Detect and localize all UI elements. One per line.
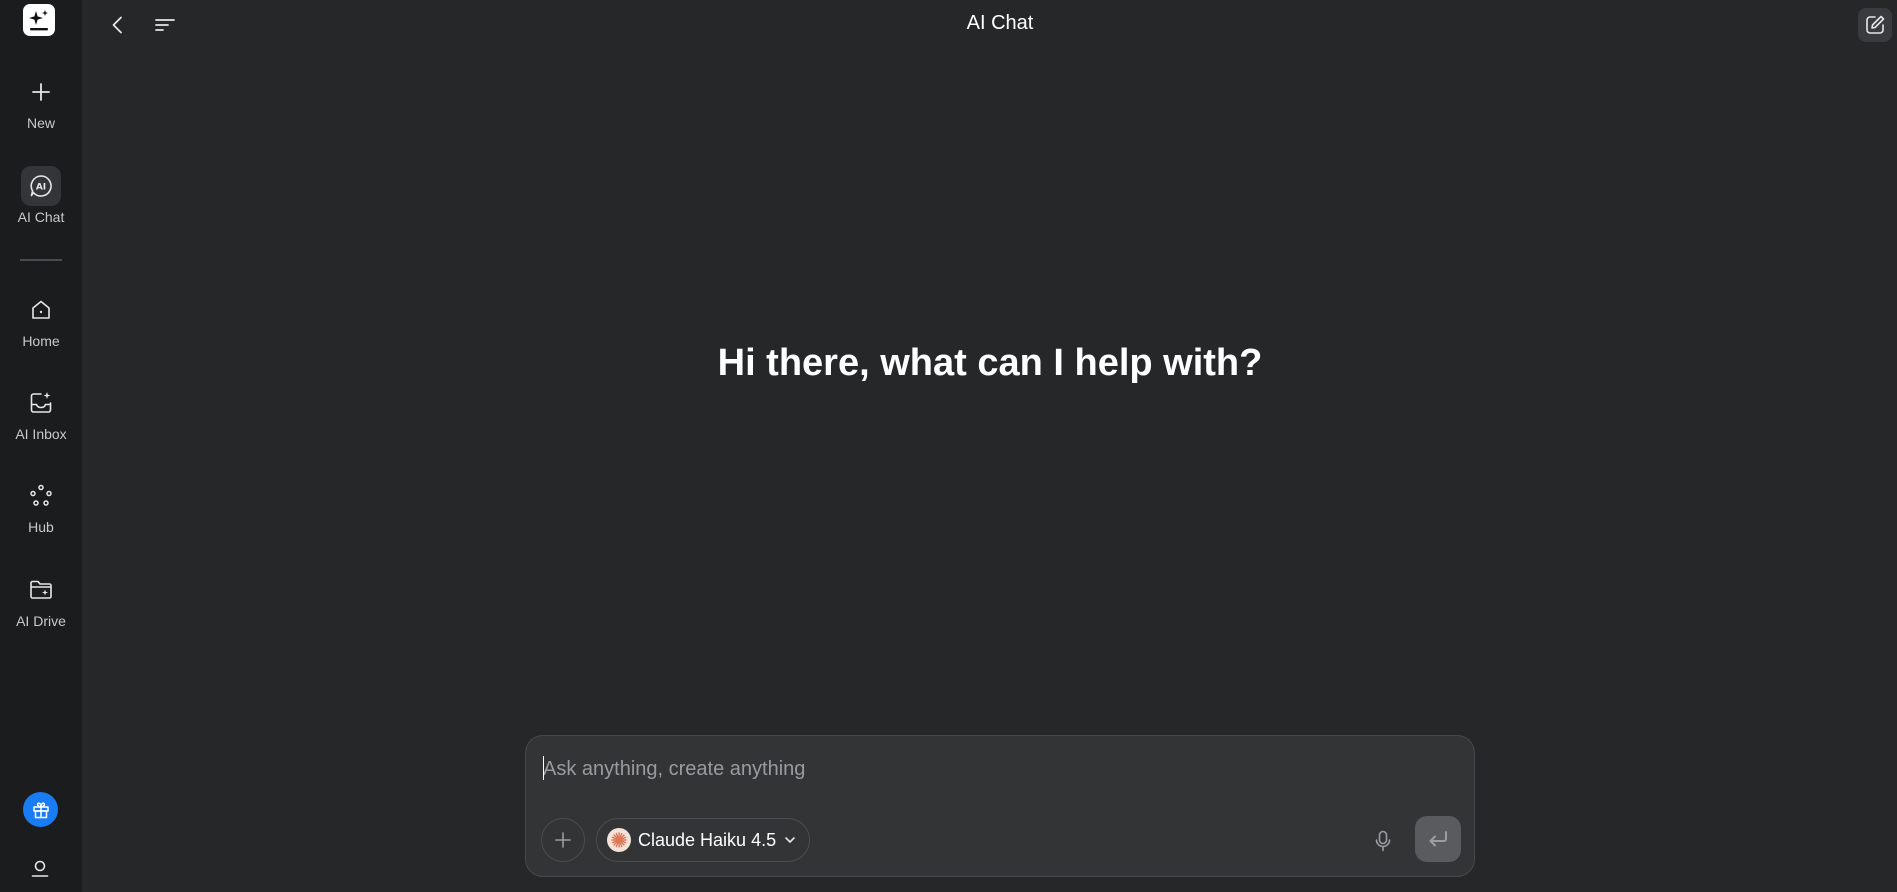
app-window: New AI AI Chat Home AI Inbox Hub AI Driv… xyxy=(0,0,1897,892)
back-button[interactable] xyxy=(103,10,133,40)
sidebar-item-label: Hub xyxy=(28,519,54,535)
sidebar-item-label: New xyxy=(26,115,55,131)
sidebar-item-ai-drive[interactable]: AI Drive xyxy=(0,570,82,629)
send-button[interactable] xyxy=(1415,816,1461,862)
model-label: Claude Haiku 4.5 xyxy=(638,829,777,850)
greeting-heading: Hi there, what can I help with? xyxy=(717,342,1263,384)
sidebar: New AI AI Chat Home AI Inbox Hub AI Driv… xyxy=(0,0,82,892)
ai-chat-icon: AI xyxy=(21,166,61,206)
edit-icon xyxy=(1866,15,1885,34)
text-caret xyxy=(543,756,544,780)
toggle-history-button[interactable] xyxy=(150,10,180,40)
account-button[interactable] xyxy=(27,855,53,881)
chevron-left-icon xyxy=(112,16,122,34)
app-logo[interactable] xyxy=(23,4,55,36)
plus-icon xyxy=(21,72,61,112)
chevron-down-icon xyxy=(785,837,795,843)
plus-icon xyxy=(555,832,571,848)
model-selector[interactable]: Claude Haiku 4.5 xyxy=(596,818,811,862)
sidebar-item-ai-chat[interactable]: AI AI Chat xyxy=(0,166,82,225)
sparkle-logo-icon xyxy=(29,10,48,31)
sidebar-item-label: AI Chat xyxy=(17,209,65,225)
voice-input-button[interactable] xyxy=(1366,824,1400,858)
sidebar-item-hub[interactable]: Hub xyxy=(0,476,82,535)
sidebar-item-label: Home xyxy=(22,333,60,349)
hub-icon xyxy=(21,476,61,516)
sidebar-item-label: AI Drive xyxy=(16,613,66,629)
sidebar-divider xyxy=(20,259,62,261)
user-icon xyxy=(31,860,49,877)
ai-inbox-icon xyxy=(21,383,61,423)
page-title: AI Chat xyxy=(966,12,1034,34)
svg-text:AI: AI xyxy=(36,183,46,193)
microphone-icon xyxy=(1375,830,1391,852)
sidebar-item-home[interactable]: Home xyxy=(0,290,82,349)
sidebar-item-ai-inbox[interactable]: AI Inbox xyxy=(0,383,82,442)
new-chat-button[interactable] xyxy=(1858,8,1892,42)
chat-input[interactable] xyxy=(543,752,1443,786)
chat-composer: Claude Haiku 4.5 xyxy=(525,735,1475,877)
sidebar-item-new[interactable]: New xyxy=(0,72,82,131)
sidebar-item-label: AI Inbox xyxy=(15,426,67,442)
ai-drive-icon xyxy=(21,570,61,610)
claude-logo-icon xyxy=(607,828,631,852)
gift-icon xyxy=(32,801,49,818)
menu-icon xyxy=(155,19,175,31)
home-icon xyxy=(21,290,61,330)
enter-icon xyxy=(1429,831,1447,847)
gift-button[interactable] xyxy=(23,792,58,827)
attach-button[interactable] xyxy=(541,818,585,862)
